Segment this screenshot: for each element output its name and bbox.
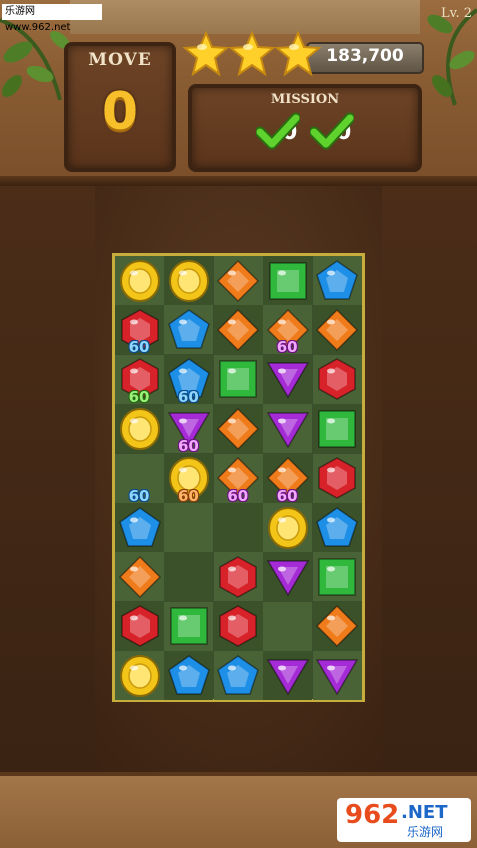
purple-gem-icon[interactable] bbox=[266, 654, 310, 698]
score-value: 183,700 bbox=[326, 46, 404, 66]
orange-gem-icon[interactable] bbox=[216, 407, 260, 451]
mission-item: 0 bbox=[256, 110, 306, 154]
watermark-number: 962 bbox=[345, 800, 400, 830]
blue-gem-icon[interactable] bbox=[118, 506, 162, 550]
green-gem-icon[interactable] bbox=[315, 407, 359, 451]
green-gem-icon[interactable] bbox=[315, 555, 359, 599]
star-icon bbox=[274, 30, 322, 77]
purple-gem-icon[interactable] bbox=[266, 357, 310, 401]
blue-gem-icon[interactable] bbox=[167, 654, 211, 698]
mission-title: MISSION bbox=[270, 92, 340, 107]
bonus-score-label: 60 bbox=[177, 437, 199, 456]
yellow-gem-icon[interactable] bbox=[118, 407, 162, 451]
green-gem-icon[interactable] bbox=[216, 357, 260, 401]
game-screen: 乐游网 www.962.net Lv. 2 MOVE 0 183,700 MIS… bbox=[0, 0, 477, 848]
game-board: 60 60 60 60 60 60 60 60 60 bbox=[112, 253, 365, 702]
stone-lintel bbox=[70, 0, 420, 34]
left-pillar bbox=[0, 186, 95, 772]
bonus-score-label: 60 bbox=[177, 387, 199, 406]
watermark-bottom: 962 .NET 乐游网 bbox=[337, 798, 471, 842]
move-title: MOVE bbox=[88, 50, 152, 70]
right-pillar bbox=[382, 186, 477, 772]
red-gem-icon[interactable] bbox=[216, 604, 260, 648]
watermark-suffix: .NET bbox=[401, 802, 448, 823]
watermark-top: 乐游网 www.962.net bbox=[2, 4, 102, 33]
bonus-score-label: 60 bbox=[227, 486, 249, 505]
blue-gem-icon[interactable] bbox=[167, 308, 211, 352]
green-gem-icon[interactable] bbox=[167, 604, 211, 648]
orange-gem-icon[interactable] bbox=[216, 308, 260, 352]
level-label: Lv. 2 bbox=[441, 6, 472, 21]
purple-gem-icon[interactable] bbox=[266, 555, 310, 599]
bonus-score-label: 60 bbox=[177, 486, 199, 505]
bonus-score-label: 60 bbox=[128, 338, 150, 357]
yellow-gem-icon[interactable] bbox=[118, 654, 162, 698]
star-icon bbox=[182, 30, 230, 77]
move-panel: MOVE 0 bbox=[64, 42, 176, 172]
red-gem-icon[interactable] bbox=[315, 357, 359, 401]
bonus-score-label: 60 bbox=[128, 387, 150, 406]
blue-gem-icon[interactable] bbox=[216, 654, 260, 698]
red-gem-icon[interactable] bbox=[315, 456, 359, 500]
bonus-score-label: 60 bbox=[276, 338, 298, 357]
board-cell[interactable] bbox=[164, 552, 214, 602]
orange-gem-icon[interactable] bbox=[118, 555, 162, 599]
yellow-gem-icon[interactable] bbox=[167, 259, 211, 303]
move-count: 0 bbox=[101, 82, 139, 142]
board-cell[interactable] bbox=[263, 601, 313, 651]
score-bar: 183,700 bbox=[306, 42, 424, 74]
yellow-gem-icon[interactable] bbox=[266, 506, 310, 550]
purple-gem-icon[interactable] bbox=[315, 654, 359, 698]
checkmark-icon bbox=[310, 112, 354, 150]
board-cell[interactable] bbox=[164, 503, 214, 552]
board-cell[interactable] bbox=[213, 503, 263, 552]
orange-gem-icon[interactable] bbox=[315, 604, 359, 648]
checkmark-icon bbox=[256, 112, 300, 150]
mission-panel: MISSION 00 bbox=[188, 84, 422, 172]
blue-gem-icon[interactable] bbox=[315, 259, 359, 303]
star-icon bbox=[228, 30, 276, 77]
mission-item: 0 bbox=[310, 110, 360, 154]
green-gem-icon[interactable] bbox=[266, 259, 310, 303]
header-divider bbox=[0, 176, 477, 186]
blue-gem-icon[interactable] bbox=[315, 506, 359, 550]
red-gem-icon[interactable] bbox=[118, 604, 162, 648]
purple-gem-icon[interactable] bbox=[266, 407, 310, 451]
red-gem-icon[interactable] bbox=[216, 555, 260, 599]
watermark-cn: 乐游网 bbox=[407, 825, 444, 839]
bonus-score-label: 60 bbox=[276, 486, 298, 505]
orange-gem-icon[interactable] bbox=[216, 259, 260, 303]
orange-gem-icon[interactable] bbox=[315, 308, 359, 352]
yellow-gem-icon[interactable] bbox=[118, 259, 162, 303]
bonus-score-label: 60 bbox=[128, 486, 150, 505]
